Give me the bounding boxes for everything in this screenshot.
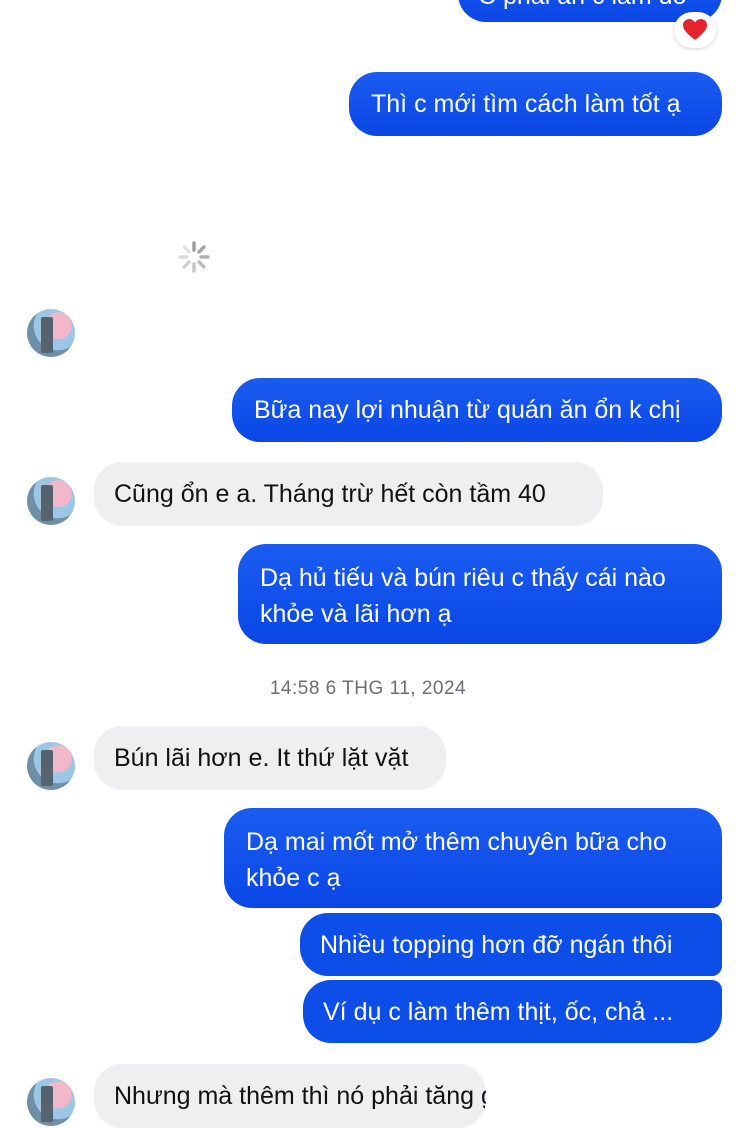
message-text-line: Dạ hủ tiếu và bún riêu c thấy cái nào	[260, 564, 666, 592]
message-outgoing[interactable]: Nhiều topping hơn đỡ ngán thôi	[300, 913, 722, 976]
message-outgoing[interactable]: Dạ hủ tiếu và bún riêu c thấy cái nào kh…	[238, 544, 722, 644]
heart-icon	[683, 19, 707, 40]
message-text: Nhưng mà thêm thì nó phải tăng giá	[114, 1082, 486, 1110]
message-text: Bún lãi hơn e. It thứ lặt vặt	[114, 744, 409, 772]
message-incoming-partial[interactable]: Nhưng mà thêm thì nó phải tăng giá	[94, 1064, 486, 1128]
message-text-line: khỏe c ạ	[246, 864, 341, 892]
spinner-icon	[178, 241, 210, 273]
avatar[interactable]	[27, 477, 75, 525]
message-outgoing[interactable]: Ví dụ c làm thêm thịt, ốc, chả ...	[303, 980, 722, 1043]
message-outgoing[interactable]: Bữa nay lợi nhuận từ quán ăn ổn k chị	[232, 378, 722, 442]
message-timestamp: 14:58 6 THG 11, 2024	[269, 678, 467, 699]
message-outgoing[interactable]: Thì c mới tìm cách làm tốt ạ	[349, 72, 722, 136]
message-text: C phải ăn c làm đó	[478, 0, 686, 10]
avatar[interactable]	[27, 1078, 75, 1126]
avatar[interactable]	[27, 309, 75, 357]
message-text: Bữa nay lợi nhuận từ quán ăn ổn k chị	[254, 396, 681, 424]
message-text: Thì c mới tìm cách làm tốt ạ	[371, 90, 681, 118]
avatar[interactable]	[27, 742, 75, 790]
reaction-badge[interactable]	[674, 12, 716, 48]
message-text: Ví dụ c làm thêm thịt, ốc, chả ...	[323, 998, 674, 1026]
message-text: Cũng ổn e a. Tháng trừ hết còn tầm 40	[114, 480, 546, 508]
message-text-line: Dạ mai mốt mở thêm chuyên bữa cho	[246, 828, 667, 856]
message-text: Nhiều topping hơn đỡ ngán thôi	[320, 931, 673, 959]
message-incoming[interactable]: Cũng ổn e a. Tháng trừ hết còn tầm 40	[94, 462, 603, 526]
message-incoming[interactable]: Bún lãi hơn e. It thứ lặt vặt	[94, 726, 446, 790]
message-text-line: khỏe và lãi hơn ạ	[260, 600, 452, 628]
message-outgoing[interactable]: Dạ mai mốt mở thêm chuyên bữa cho khỏe c…	[224, 808, 722, 908]
